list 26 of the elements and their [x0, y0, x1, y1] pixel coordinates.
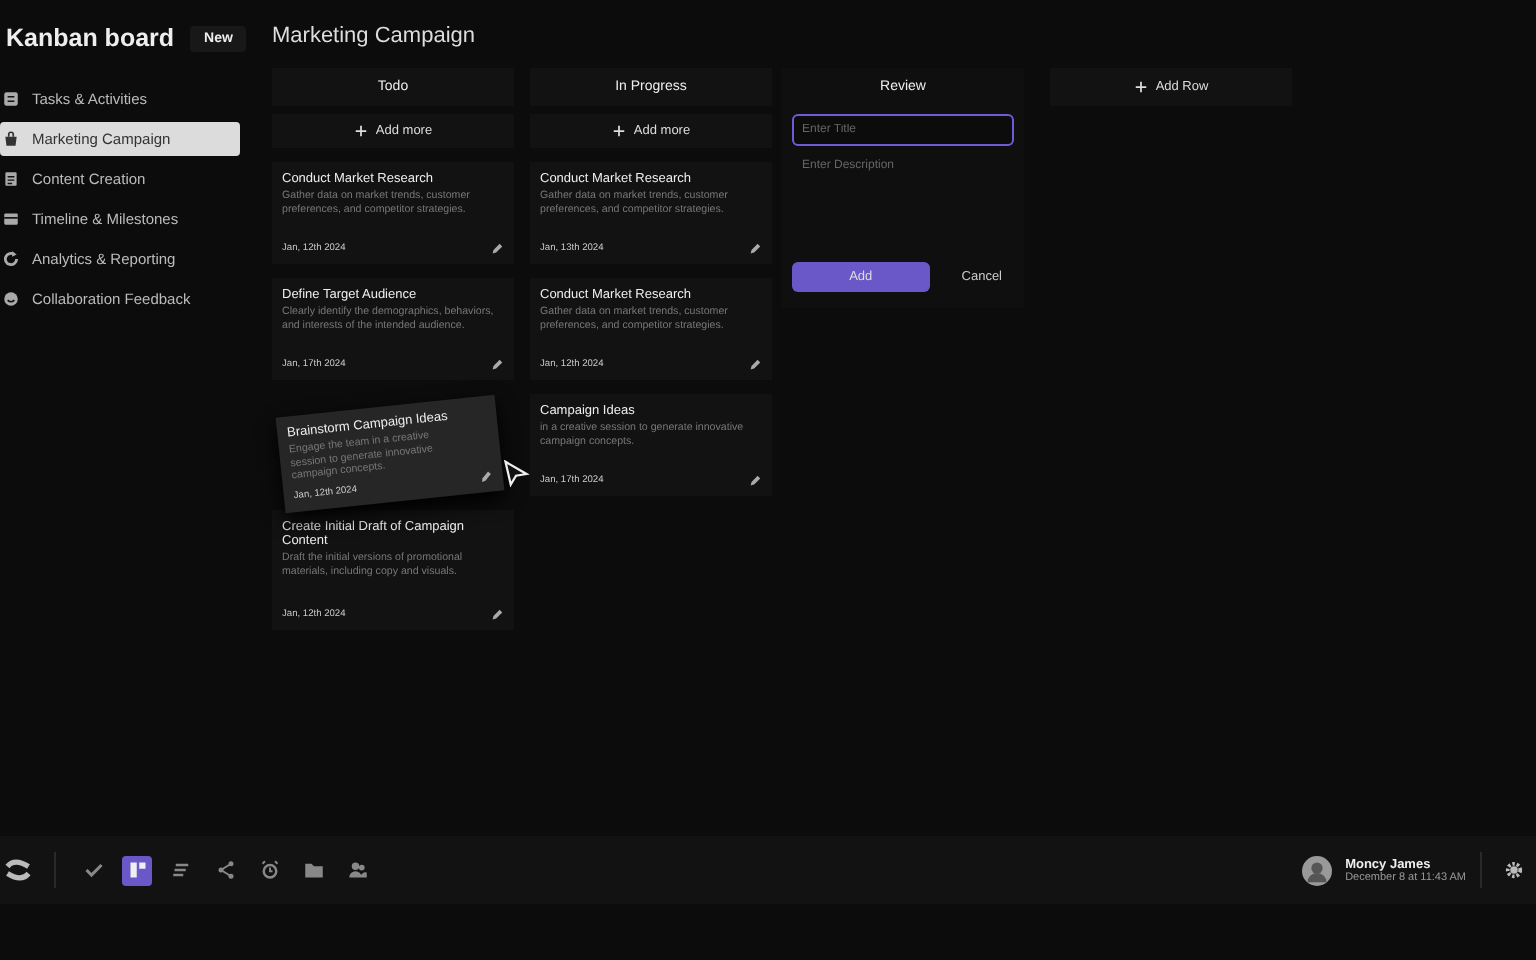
plus-icon — [1133, 80, 1148, 94]
share-icon — [215, 860, 235, 880]
pencil-icon[interactable] — [748, 242, 762, 256]
tool-button[interactable] — [122, 855, 152, 885]
board-title: Marketing Campaign — [272, 24, 477, 48]
folder-icon — [303, 860, 323, 880]
refresh-icon — [2, 250, 20, 268]
pencil-icon[interactable] — [490, 242, 504, 256]
bag-icon — [2, 130, 20, 148]
check-icon — [83, 860, 103, 880]
lines-icon — [171, 860, 191, 880]
logo-icon[interactable] — [4, 856, 32, 884]
pencil-icon[interactable] — [490, 358, 504, 372]
plus-icon — [353, 124, 368, 138]
plus-icon — [611, 124, 626, 138]
app-title: Kanban board — [6, 24, 175, 52]
alarm-clock-icon — [259, 860, 279, 880]
pencil-icon[interactable] — [748, 474, 762, 488]
pencil-icon[interactable] — [490, 608, 504, 622]
people-icon — [347, 860, 367, 880]
cursor-icon — [502, 460, 530, 488]
pencil-icon[interactable] — [478, 469, 494, 485]
board-icon — [127, 860, 147, 880]
avatar-icon — [1301, 855, 1332, 885]
pencil-icon[interactable] — [748, 358, 762, 372]
settings-icon[interactable] — [1504, 860, 1524, 880]
